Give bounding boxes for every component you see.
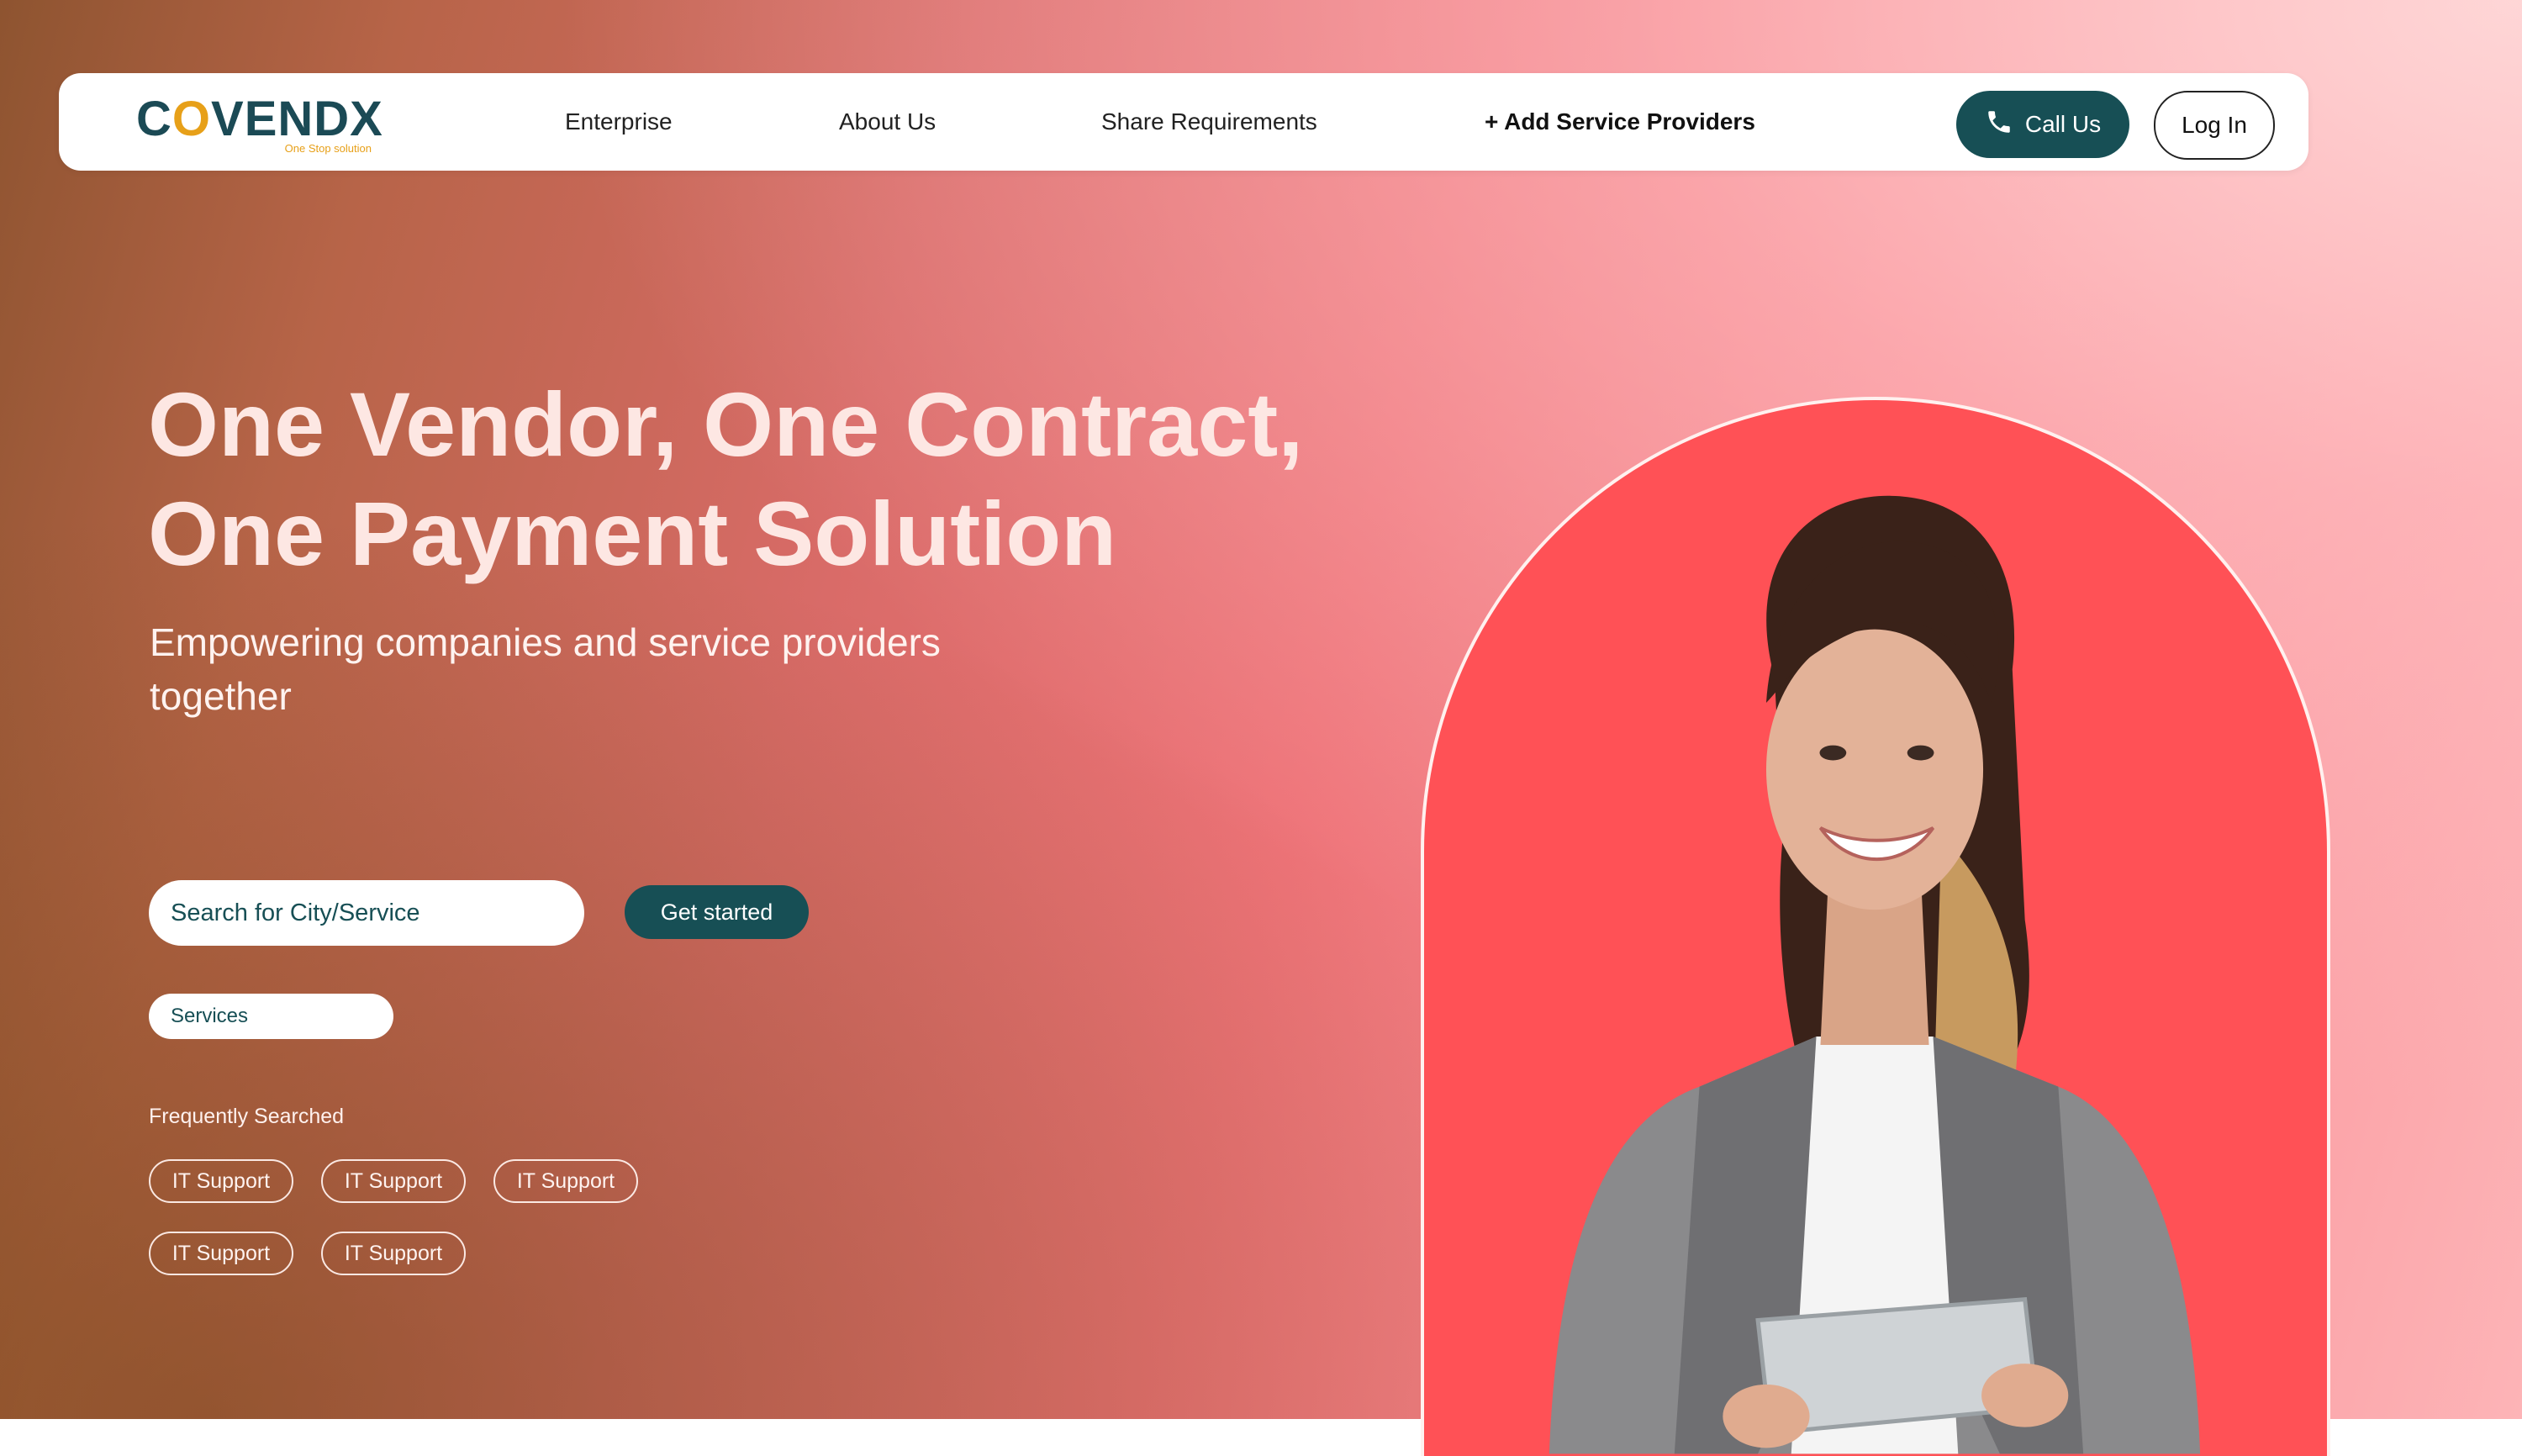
frequent-chip-4[interactable]: IT Support [149, 1232, 293, 1275]
hero-subtitle: Empowering companies and service provide… [150, 620, 941, 718]
logo-wordmark: COVENDX [136, 92, 383, 146]
login-button[interactable]: Log In [2154, 91, 2275, 160]
hero-title-line-2: One Payment Solution [148, 483, 1117, 584]
businesswoman-portrait-image [1549, 495, 2201, 1454]
frequent-chip-3[interactable]: IT Support [493, 1159, 638, 1203]
services-dropdown[interactable]: Services [149, 994, 393, 1039]
nav-link-add-service-providers[interactable]: + Add Service Providers [1485, 73, 1755, 171]
frequent-chip-5[interactable]: IT Support [321, 1232, 466, 1275]
hero-title: One Vendor, One Contract, One Payment Sol… [148, 370, 1325, 588]
top-navbar: COVENDX One Stop solution Enterprise Abo… [59, 73, 2308, 171]
call-us-label: Call Us [2024, 111, 2102, 137]
search-input[interactable] [149, 880, 584, 946]
nav-link-about-us[interactable]: About Us [839, 73, 936, 171]
logo-tagline: One Stop solution [284, 142, 372, 155]
nav-link-share-requirements[interactable]: Share Requirements [1101, 73, 1317, 171]
frequent-chip-1[interactable]: IT Support [149, 1159, 293, 1203]
get-started-button[interactable]: Get started [625, 885, 809, 939]
frequently-searched-label: Frequently Searched [149, 1105, 345, 1128]
nav-link-enterprise[interactable]: Enterprise [565, 73, 673, 171]
brand-logo[interactable]: COVENDX One Stop solution [136, 92, 383, 156]
hero-title-line-1: One Vendor, One Contract, [148, 373, 1304, 475]
phone-icon [1985, 108, 2013, 142]
call-us-button[interactable]: Call Us [1956, 91, 2129, 158]
hero-portrait-frame [1421, 397, 2330, 1456]
frequent-chip-2[interactable]: IT Support [321, 1159, 466, 1203]
